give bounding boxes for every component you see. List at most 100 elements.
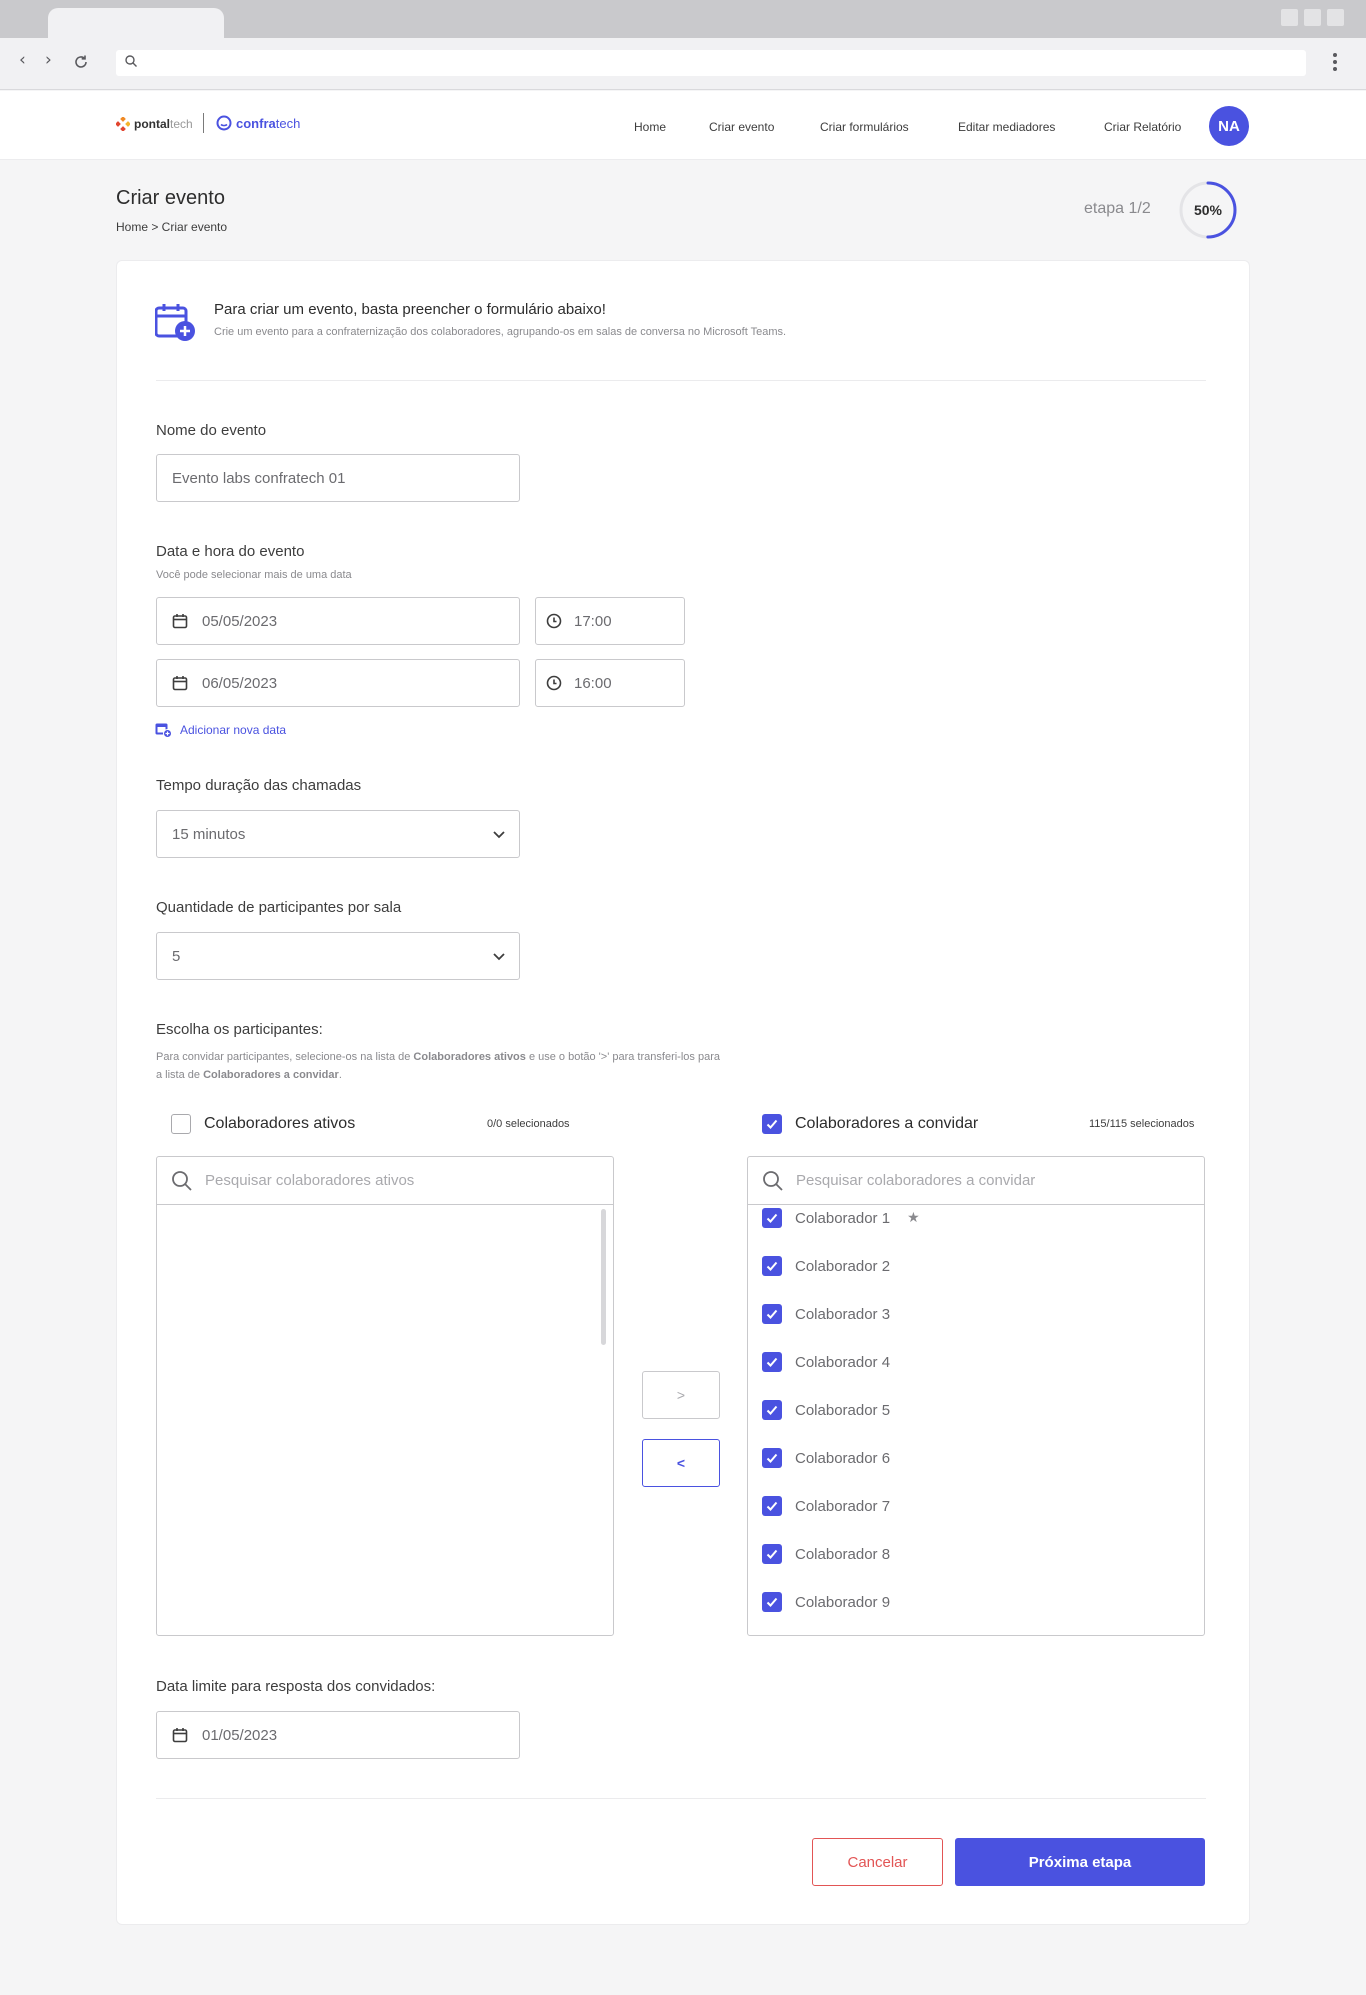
invite-list-item[interactable]: Colaborador 9	[762, 1592, 890, 1612]
nav-criar-relatorio[interactable]: Criar Relatório	[1104, 120, 1181, 134]
invite-item-checkbox[interactable]	[762, 1496, 782, 1516]
event-name-label: Nome do evento	[156, 422, 267, 439]
transfer-to-invite-button[interactable]: >	[642, 1371, 720, 1419]
nav-home[interactable]: Home	[634, 120, 666, 134]
invite-list-item[interactable]: Colaborador 4	[762, 1352, 890, 1372]
select-all-invite-checkbox[interactable]	[762, 1114, 782, 1134]
browser-toolbar: ‹ ›	[0, 38, 1366, 90]
event-form-card: Para criar um evento, basta preencher o …	[116, 260, 1250, 1925]
active-list-header: Colaboradores ativos	[171, 1114, 355, 1134]
invite-list-item[interactable]: Colaborador 3	[762, 1304, 890, 1324]
invite-list-header: Colaboradores a convidar	[762, 1114, 978, 1134]
forward-icon[interactable]: ›	[45, 50, 52, 70]
invite-list-item[interactable]: Colaborador 8	[762, 1544, 890, 1564]
nav-criar-formularios[interactable]: Criar formulários	[820, 120, 909, 134]
time-value-2: 16:00	[574, 674, 612, 692]
transfer-to-active-button[interactable]: <	[642, 1439, 720, 1487]
check-icon	[766, 1453, 778, 1463]
avatar[interactable]: NA	[1209, 106, 1249, 146]
divider	[156, 380, 1206, 381]
app-header: pontaltech confratech Home Criar evento …	[0, 91, 1366, 160]
time-input-2[interactable]: 16:00	[535, 659, 685, 707]
pontaltech-logo[interactable]: pontaltech	[116, 117, 193, 131]
window-close-button[interactable]	[1327, 9, 1344, 26]
pontaltech-mark-icon	[116, 117, 130, 131]
active-search-placeholder: Pesquisar colaboradores ativos	[205, 1172, 415, 1189]
active-search-input[interactable]: Pesquisar colaboradores ativos	[157, 1157, 613, 1205]
invite-list-item[interactable]: Colaborador 2	[762, 1256, 890, 1276]
check-icon	[766, 1261, 778, 1271]
browser-titlebar	[0, 0, 1366, 38]
logo-divider	[203, 113, 204, 133]
invite-item-checkbox[interactable]	[762, 1400, 782, 1420]
calendar-icon	[172, 676, 188, 691]
check-icon	[766, 1213, 778, 1223]
invite-item-label: Colaborador 3	[795, 1305, 891, 1323]
clock-icon	[546, 675, 562, 691]
event-name-value: Evento labs confratech 01	[172, 469, 346, 487]
reload-icon[interactable]	[73, 54, 89, 70]
invite-list-item[interactable]: Colaborador 7	[762, 1496, 890, 1516]
invite-list: Pesquisar colaboradores a convidar Colab…	[747, 1156, 1205, 1636]
deadline-date-input[interactable]: 01/05/2023	[156, 1711, 520, 1759]
chevron-down-icon	[493, 953, 505, 961]
invite-item-checkbox[interactable]	[762, 1592, 782, 1612]
invite-item-checkbox[interactable]	[762, 1448, 782, 1468]
invite-item-checkbox[interactable]	[762, 1256, 782, 1276]
add-date-link[interactable]: Adicionar nova data	[155, 721, 286, 738]
confra-text: confra	[236, 115, 276, 131]
invite-item-checkbox[interactable]	[762, 1544, 782, 1564]
check-icon	[766, 1309, 778, 1319]
calendar-add-icon	[155, 304, 195, 341]
invite-item-label: Colaborador 5	[795, 1401, 891, 1419]
invite-list-item[interactable]: Colaborador 5	[762, 1400, 890, 1420]
calendar-icon	[172, 614, 188, 629]
active-count: 0/0 selecionados	[487, 1118, 570, 1130]
time-input-1[interactable]: 17:00	[535, 597, 685, 645]
invite-item-checkbox[interactable]	[762, 1208, 782, 1228]
select-all-active-checkbox[interactable]	[171, 1114, 191, 1134]
star-icon: ★	[907, 1210, 920, 1226]
choose-participants-help: Para convidar participantes, selecione-o…	[156, 1051, 720, 1081]
invite-item-label: Colaborador 6	[795, 1449, 891, 1467]
back-icon[interactable]: ‹	[19, 50, 26, 70]
window-minimize-button[interactable]	[1281, 9, 1298, 26]
active-list: Pesquisar colaboradores ativos	[156, 1156, 614, 1636]
search-icon	[763, 1170, 783, 1191]
nav-criar-evento[interactable]: Criar evento	[709, 120, 774, 134]
invite-item-checkbox[interactable]	[762, 1352, 782, 1372]
duration-select[interactable]: 15 minutos	[156, 810, 520, 858]
check-icon	[766, 1501, 778, 1511]
confratech-mark-icon	[216, 115, 232, 131]
confra-tech-text: tech	[275, 115, 301, 131]
browser-menu-icon[interactable]	[1333, 53, 1337, 74]
invite-list-item[interactable]: Colaborador 1 ★	[762, 1208, 920, 1228]
invite-item-label: Colaborador 1	[795, 1209, 891, 1227]
date-input-1[interactable]: 05/05/2023	[156, 597, 520, 645]
date-value-2: 06/05/2023	[202, 674, 278, 692]
duration-value: 15 minutos	[172, 825, 246, 843]
window-maximize-button[interactable]	[1304, 9, 1321, 26]
event-name-input[interactable]: Evento labs confratech 01	[156, 454, 520, 502]
date-input-2[interactable]: 06/05/2023	[156, 659, 520, 707]
time-value-1: 17:00	[574, 612, 612, 630]
next-step-button[interactable]: Próxima etapa	[955, 1838, 1205, 1886]
confratech-logo[interactable]: confratech	[216, 115, 300, 131]
participants-per-room-select[interactable]: 5	[156, 932, 520, 980]
breadcrumb[interactable]: Home > Criar evento	[116, 220, 227, 234]
browser-tab[interactable]	[48, 8, 224, 38]
tech-text: tech	[170, 117, 193, 131]
invite-item-label: Colaborador 4	[795, 1353, 891, 1371]
invite-list-item[interactable]: Colaborador 6	[762, 1448, 890, 1468]
active-list-scrollbar[interactable]	[601, 1209, 606, 1345]
invite-item-checkbox[interactable]	[762, 1304, 782, 1324]
step-indicator: etapa 1/2	[1084, 200, 1151, 217]
active-list-title: Colaboradores ativos	[204, 1115, 356, 1132]
nav-editar-mediadores[interactable]: Editar mediadores	[958, 120, 1055, 134]
address-bar[interactable]	[116, 50, 1306, 76]
invite-search-input[interactable]: Pesquisar colaboradores a convidar	[748, 1157, 1204, 1205]
invite-item-label: Colaborador 8	[795, 1545, 891, 1563]
check-icon	[766, 1549, 778, 1559]
check-icon	[766, 1405, 778, 1415]
cancel-button[interactable]: Cancelar	[812, 1838, 943, 1886]
